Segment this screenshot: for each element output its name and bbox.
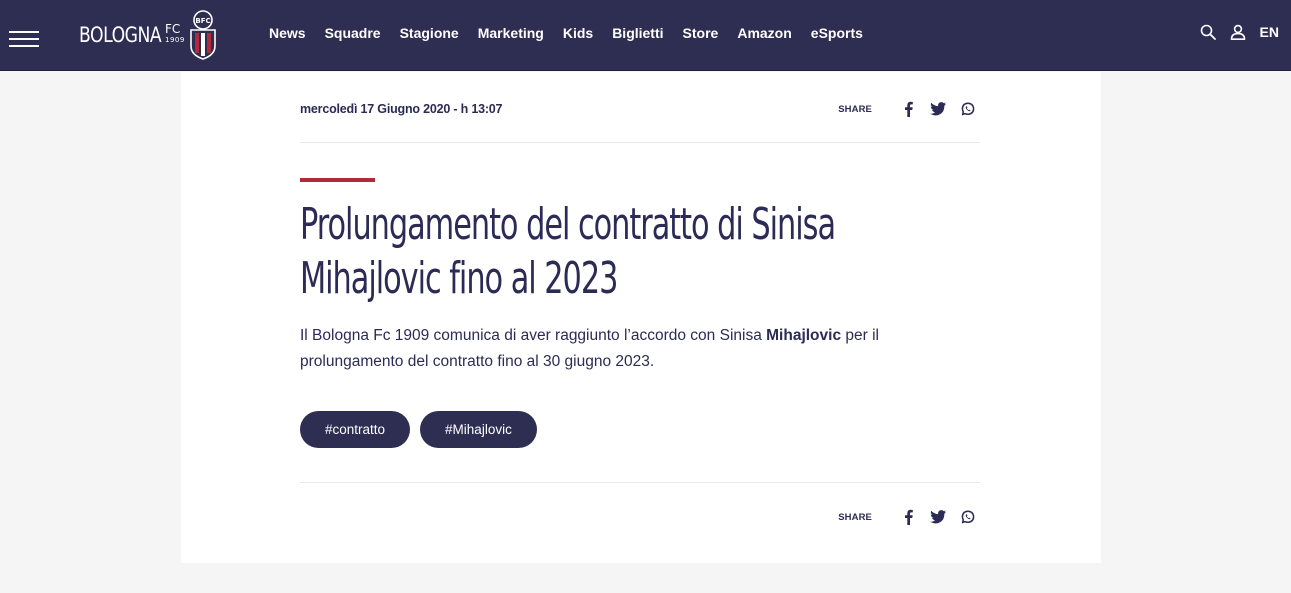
share-label: SHARE [838, 511, 872, 523]
article-title: Prolungamento del contratto di Sinisa Mi… [300, 199, 836, 304]
nav-kids[interactable]: Kids [563, 24, 593, 42]
whatsapp-icon[interactable] [960, 509, 976, 525]
svg-text:BFC: BFC [195, 17, 210, 25]
bologna-fc-logo[interactable]: BOLOGNA FC 1909 BFC [79, 10, 216, 60]
facebook-icon[interactable] [900, 509, 916, 525]
divider-top [300, 142, 980, 143]
lead-text-start: Il Bologna Fc 1909 comunica di aver ragg… [300, 327, 767, 344]
nav-stagione[interactable]: Stagione [400, 24, 459, 42]
user-icon[interactable] [1230, 24, 1246, 40]
share-bar-bottom: SHARE [838, 509, 976, 525]
header-actions: EN [1200, 24, 1279, 40]
nav-biglietti[interactable]: Biglietti [612, 24, 663, 42]
club-crest-icon: BFC [190, 10, 216, 60]
nav-esports[interactable]: eSports [811, 24, 863, 42]
logo-wordmark: BOLOGNA [79, 23, 162, 47]
twitter-icon[interactable] [930, 509, 946, 525]
top-navigation-bar: BOLOGNA FC 1909 BFC News Squadre Stagion… [0, 0, 1291, 71]
lead-text-bold: Mihajlovic [766, 327, 842, 344]
nav-store[interactable]: Store [683, 24, 719, 42]
nav-marketing[interactable]: Marketing [478, 24, 544, 42]
article-lead: Il Bologna Fc 1909 comunica di aver ragg… [300, 323, 940, 375]
tag-contratto[interactable]: #contratto [300, 411, 411, 448]
search-icon[interactable] [1200, 24, 1216, 40]
article-date: mercoledì 17 Giugno 2020 - h 13:07 [300, 102, 503, 116]
article-meta: mercoledì 17 Giugno 2020 - h 13:07 SHARE [300, 101, 980, 121]
menu-icon[interactable] [9, 31, 39, 47]
twitter-icon[interactable] [930, 101, 946, 117]
logo-year: 1909 [165, 36, 185, 44]
article-card: mercoledì 17 Giugno 2020 - h 13:07 SHARE… [181, 72, 1101, 563]
logo-fc: FC [165, 22, 181, 36]
whatsapp-icon[interactable] [960, 101, 976, 117]
main-nav: News Squadre Stagione Marketing Kids Big… [269, 24, 882, 42]
divider-bottom [300, 482, 980, 483]
nav-squadre[interactable]: Squadre [325, 24, 381, 42]
tag-mihajlovic[interactable]: #Mihajlovic [420, 411, 537, 448]
share-label: SHARE [838, 103, 872, 115]
article-tags: #contratto #Mihajlovic [300, 411, 547, 448]
nav-news[interactable]: News [269, 24, 306, 42]
language-switch[interactable]: EN [1260, 24, 1279, 40]
title-accent-bar [300, 178, 375, 182]
facebook-icon[interactable] [900, 101, 916, 117]
nav-amazon[interactable]: Amazon [737, 24, 791, 42]
share-bar-top: SHARE [838, 101, 976, 117]
